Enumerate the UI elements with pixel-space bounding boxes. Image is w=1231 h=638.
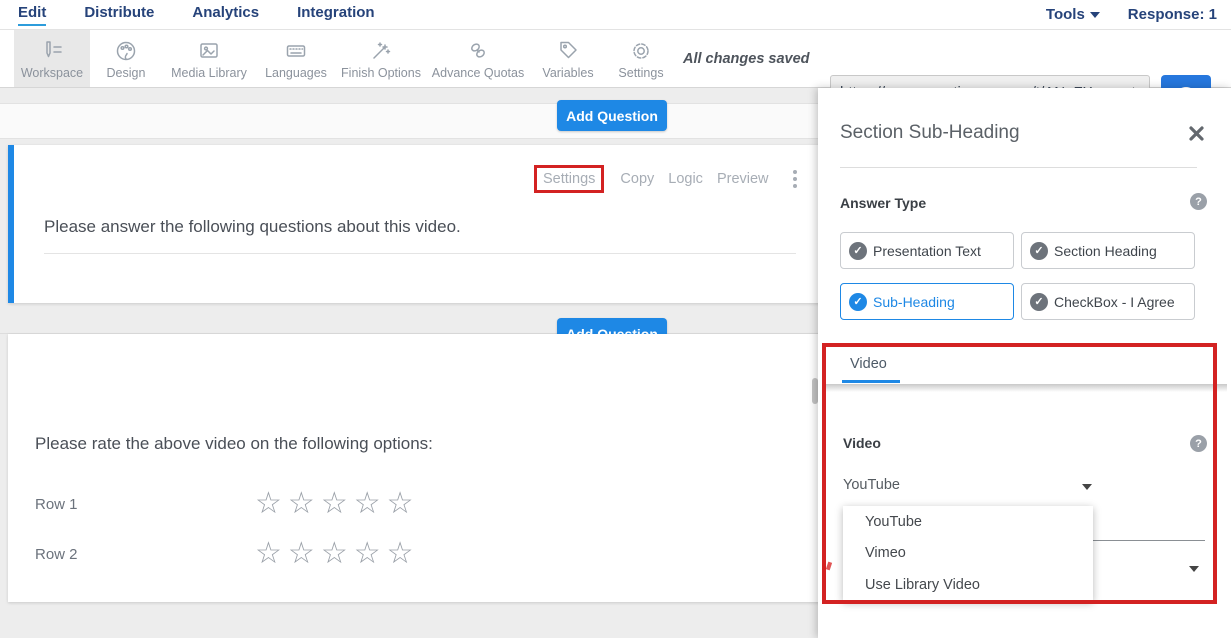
question-settings-panel: Section Sub-Heading Answer Type ? ✓ Pres… — [818, 88, 1231, 638]
top-nav: Edit Distribute Analytics Integration To… — [0, 0, 1231, 30]
chevron-down-icon — [1082, 484, 1092, 490]
chevron-down-icon — [1189, 566, 1199, 572]
more-options-icon[interactable] — [793, 170, 797, 188]
row-label: Row 1 — [35, 496, 255, 513]
star-icon[interactable]: ☆ — [354, 489, 381, 519]
gear-icon — [628, 38, 654, 64]
questionpro-editor: Edit Distribute Analytics Integration To… — [0, 0, 1231, 638]
video-source-select[interactable]: YouTube — [843, 476, 1093, 498]
toolbar-item-variables[interactable]: Variables — [530, 30, 606, 87]
toolbar-item-label: Design — [107, 66, 146, 80]
toolbar-item-media-library[interactable]: Media Library — [162, 30, 256, 87]
check-circle-icon: ✓ — [1030, 242, 1048, 260]
star-icon[interactable]: ☆ — [321, 539, 348, 569]
add-question-button-top[interactable]: Add Question — [557, 100, 667, 131]
question-action-menu: Settings Copy Logic Preview — [534, 165, 797, 193]
toolbar-item-label: Workspace — [21, 66, 83, 80]
check-circle-icon: ✓ — [1030, 293, 1048, 311]
question1-divider — [44, 253, 796, 254]
answer-type-presentation-text[interactable]: ✓ Presentation Text — [840, 232, 1014, 269]
toolbar-item-finish-options[interactable]: Finish Options — [336, 30, 426, 87]
question1-text[interactable]: Please answer the following questions ab… — [44, 217, 461, 237]
toolbar-item-design[interactable]: Design — [90, 30, 162, 87]
nav-links: Edit Distribute Analytics Integration — [0, 4, 375, 26]
star-icon[interactable]: ☆ — [387, 539, 414, 569]
keyboard-icon — [283, 38, 309, 64]
star-icon[interactable]: ☆ — [255, 489, 282, 519]
toolbar-item-label: Languages — [265, 66, 327, 80]
chevron-down-icon — [1090, 12, 1100, 18]
toolbar-item-label: Advance Quotas — [432, 66, 524, 80]
question-logic-button[interactable]: Logic — [668, 171, 703, 187]
panel-title: Section Sub-Heading — [840, 122, 1020, 144]
editor-toolbar: Workspace Design Media Library Languages — [0, 30, 1231, 88]
rating-row-1: Row 1 ☆ ☆ ☆ ☆ ☆ — [35, 489, 414, 519]
star-rating-row-2: ☆ ☆ ☆ ☆ ☆ — [255, 539, 414, 569]
chain-link-icon — [465, 38, 491, 64]
rating-row-2: Row 2 ☆ ☆ ☆ ☆ ☆ — [35, 539, 414, 569]
active-tab-indicator — [842, 380, 900, 383]
star-icon[interactable]: ☆ — [288, 489, 315, 519]
star-icon[interactable]: ☆ — [354, 539, 381, 569]
design-icon — [113, 38, 139, 64]
dropdown-option-use-library-video[interactable]: Use Library Video — [843, 569, 1093, 601]
video-url-input-underline — [1093, 540, 1205, 541]
save-status: All changes saved — [683, 30, 810, 87]
star-rating-row-1: ☆ ☆ ☆ ☆ ☆ — [255, 489, 414, 519]
video-source-dropdown-menu: YouTube Vimeo Use Library Video — [843, 506, 1093, 601]
tools-label: Tools — [1046, 6, 1085, 23]
answer-type-label: Answer Type — [840, 195, 926, 211]
tab-shadow-divider — [823, 384, 1227, 392]
tab-video[interactable]: Video — [850, 356, 887, 372]
video-source-selected-value: YouTube — [843, 477, 900, 493]
answer-type-section-heading[interactable]: ✓ Section Heading — [1021, 232, 1195, 269]
question-copy-button[interactable]: Copy — [620, 171, 654, 187]
workspace-icon — [39, 38, 65, 64]
panel-divider — [840, 167, 1197, 168]
tag-icon — [555, 38, 581, 64]
toolbar-item-label: Variables — [542, 66, 593, 80]
close-icon — [1188, 125, 1205, 142]
nav-right: Tools Response: 1 — [1046, 6, 1231, 23]
nav-tab-edit[interactable]: Edit — [18, 4, 46, 26]
star-icon[interactable]: ☆ — [387, 489, 414, 519]
nav-tab-analytics[interactable]: Analytics — [192, 4, 259, 26]
question-preview-button[interactable]: Preview — [717, 171, 769, 187]
toolbar-item-languages[interactable]: Languages — [256, 30, 336, 87]
dropdown-option-vimeo[interactable]: Vimeo — [843, 538, 1093, 570]
answer-type-sub-heading[interactable]: ✓ Sub-Heading — [840, 283, 1014, 320]
star-icon[interactable]: ☆ — [321, 489, 348, 519]
star-icon[interactable]: ☆ — [288, 539, 315, 569]
answer-type-checkbox-i-agree[interactable]: ✓ CheckBox - I Agree — [1021, 283, 1195, 320]
close-panel-button[interactable] — [1188, 125, 1205, 147]
toolbar-item-label: Finish Options — [341, 66, 421, 80]
help-icon[interactable]: ? — [1190, 193, 1207, 210]
check-circle-icon: ✓ — [849, 293, 867, 311]
tools-dropdown[interactable]: Tools — [1046, 6, 1100, 23]
magic-wand-icon — [368, 38, 394, 64]
toolbar-item-label: Media Library — [171, 66, 247, 80]
row-label: Row 2 — [35, 546, 255, 563]
toolbar-item-settings[interactable]: Settings — [606, 30, 676, 87]
answer-type-label-text: Presentation Text — [873, 243, 981, 259]
help-icon[interactable]: ? — [1190, 435, 1207, 452]
star-icon[interactable]: ☆ — [255, 539, 282, 569]
required-field-mark — [826, 562, 832, 571]
toolbar-item-advance-quotas[interactable]: Advance Quotas — [426, 30, 530, 87]
answer-type-label-text: Section Heading — [1054, 243, 1157, 259]
question2-text[interactable]: Please rate the above video on the follo… — [35, 434, 433, 454]
toolbar-item-workspace[interactable]: Workspace — [14, 30, 90, 87]
dropdown-option-youtube[interactable]: YouTube — [843, 506, 1093, 538]
check-circle-icon: ✓ — [849, 242, 867, 260]
question-settings-button[interactable]: Settings — [534, 165, 604, 193]
video-source-label: Video — [843, 435, 881, 451]
nav-tab-integration[interactable]: Integration — [297, 4, 375, 26]
response-count[interactable]: Response: 1 — [1128, 6, 1217, 23]
nav-tab-distribute[interactable]: Distribute — [84, 4, 154, 26]
toolbar-item-label: Settings — [618, 66, 663, 80]
answer-type-label-text: CheckBox - I Agree — [1054, 294, 1175, 310]
answer-type-label-text: Sub-Heading — [873, 294, 955, 310]
media-library-icon — [196, 38, 222, 64]
toolbar-items: Workspace Design Media Library Languages — [14, 30, 676, 87]
